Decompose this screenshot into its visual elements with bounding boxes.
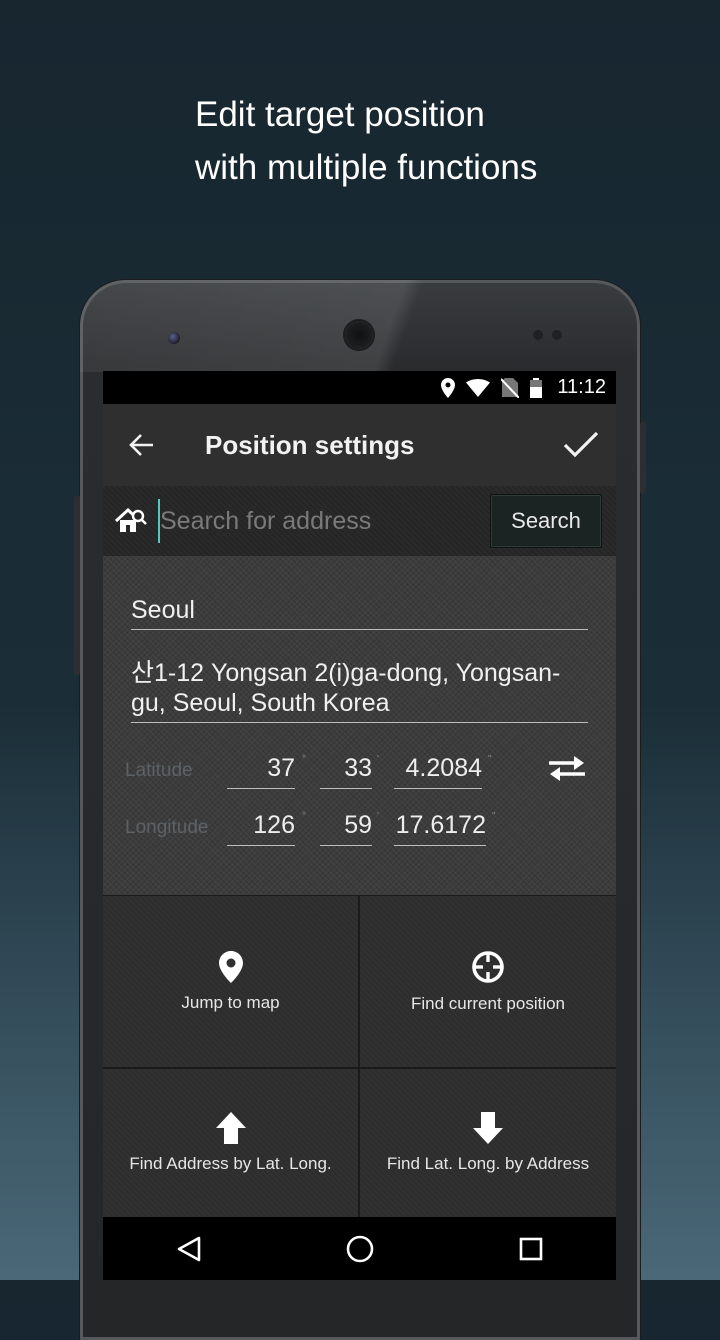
status-bar: 11:12: [103, 371, 616, 404]
minute-unit: ': [377, 754, 379, 765]
arrow-down-icon: [473, 1112, 503, 1144]
promo-line-1: Edit target position: [195, 95, 485, 134]
city-field[interactable]: Seoul: [131, 596, 588, 630]
map-pin-icon: [218, 950, 243, 983]
light-sensor: [552, 330, 562, 340]
phone-screen: 11:12 Position settings Search Seoul: [103, 371, 616, 1280]
triangle-back-icon: [177, 1236, 200, 1261]
longitude-label: Longitude: [125, 817, 209, 838]
longitude-row: Longitude 126 ° 59 ' 17.6172 ": [125, 805, 595, 846]
power-button: [640, 422, 646, 494]
swap-arrows-icon: [549, 756, 585, 781]
action-grid: Jump to map Find current position Find A…: [103, 895, 616, 1217]
find-latlong-by-address-button[interactable]: Find Lat. Long. by Address: [360, 1069, 616, 1217]
degree-unit: °: [302, 754, 306, 765]
nav-home-button[interactable]: [320, 1217, 400, 1280]
home-search-icon: [103, 507, 158, 535]
latitude-label: Latitude: [125, 760, 193, 781]
latitude-degrees-input[interactable]: 37: [227, 748, 295, 789]
battery-icon: [530, 377, 543, 398]
longitude-minutes-input[interactable]: 59: [320, 805, 372, 846]
back-button[interactable]: [103, 433, 181, 457]
address-search-input[interactable]: [158, 499, 482, 543]
app-bar: Position settings: [103, 404, 616, 486]
second-unit: ": [488, 754, 492, 765]
earpiece-speaker: [345, 321, 373, 349]
nav-back-button[interactable]: [149, 1217, 229, 1280]
longitude-degrees-input[interactable]: 126: [227, 805, 295, 846]
find-address-by-latlong-label: Find Address by Lat. Long.: [129, 1154, 332, 1173]
promo-line-2: with multiple functions: [195, 148, 538, 187]
latitude-minutes-input[interactable]: 33: [320, 748, 372, 789]
swap-format-button[interactable]: [547, 753, 587, 788]
latitude-row: Latitude 37 ° 33 ' 4.2084 ": [125, 748, 595, 789]
confirm-button[interactable]: [546, 431, 616, 459]
check-icon: [563, 431, 599, 458]
proximity-sensor: [533, 330, 543, 340]
find-current-position-label: Find current position: [410, 993, 566, 1013]
status-time: 11:12: [557, 376, 606, 398]
page-title: Position settings: [205, 429, 415, 460]
second-unit: ": [492, 811, 496, 822]
position-form: Seoul 산1-12 Yongsan 2(i)ga-dong, Yongsan…: [103, 556, 616, 895]
location-icon: [441, 377, 456, 398]
no-sim-icon: [501, 377, 520, 398]
volume-button: [74, 495, 80, 675]
address-search-bar: Search: [103, 486, 616, 556]
search-button[interactable]: Search: [490, 494, 602, 548]
find-address-by-latlong-button[interactable]: Find Address by Lat. Long.: [103, 1069, 358, 1217]
latitude-seconds-input[interactable]: 4.2084: [394, 748, 482, 789]
wifi-icon: [466, 378, 491, 397]
degree-unit: °: [302, 811, 306, 822]
find-latlong-by-address-label: Find Lat. Long. by Address: [386, 1154, 590, 1173]
crosshair-icon: [472, 950, 504, 983]
find-current-position-button[interactable]: Find current position: [360, 896, 616, 1067]
circle-home-icon: [346, 1235, 373, 1262]
system-navigation-bar: [103, 1217, 616, 1280]
square-recents-icon: [519, 1237, 542, 1260]
arrow-left-icon: [129, 434, 153, 456]
promo-headline: Edit target position with multiple funct…: [195, 88, 537, 194]
minute-unit: ': [377, 811, 379, 822]
address-field[interactable]: 산1-12 Yongsan 2(i)ga-dong, Yongsan-gu, S…: [131, 658, 588, 723]
jump-to-map-label: Jump to map: [181, 992, 280, 1012]
arrow-up-icon: [215, 1112, 246, 1144]
longitude-seconds-input[interactable]: 17.6172: [394, 805, 486, 846]
front-camera: [168, 332, 180, 344]
nav-recents-button[interactable]: [491, 1217, 571, 1280]
jump-to-map-button[interactable]: Jump to map: [103, 896, 358, 1067]
